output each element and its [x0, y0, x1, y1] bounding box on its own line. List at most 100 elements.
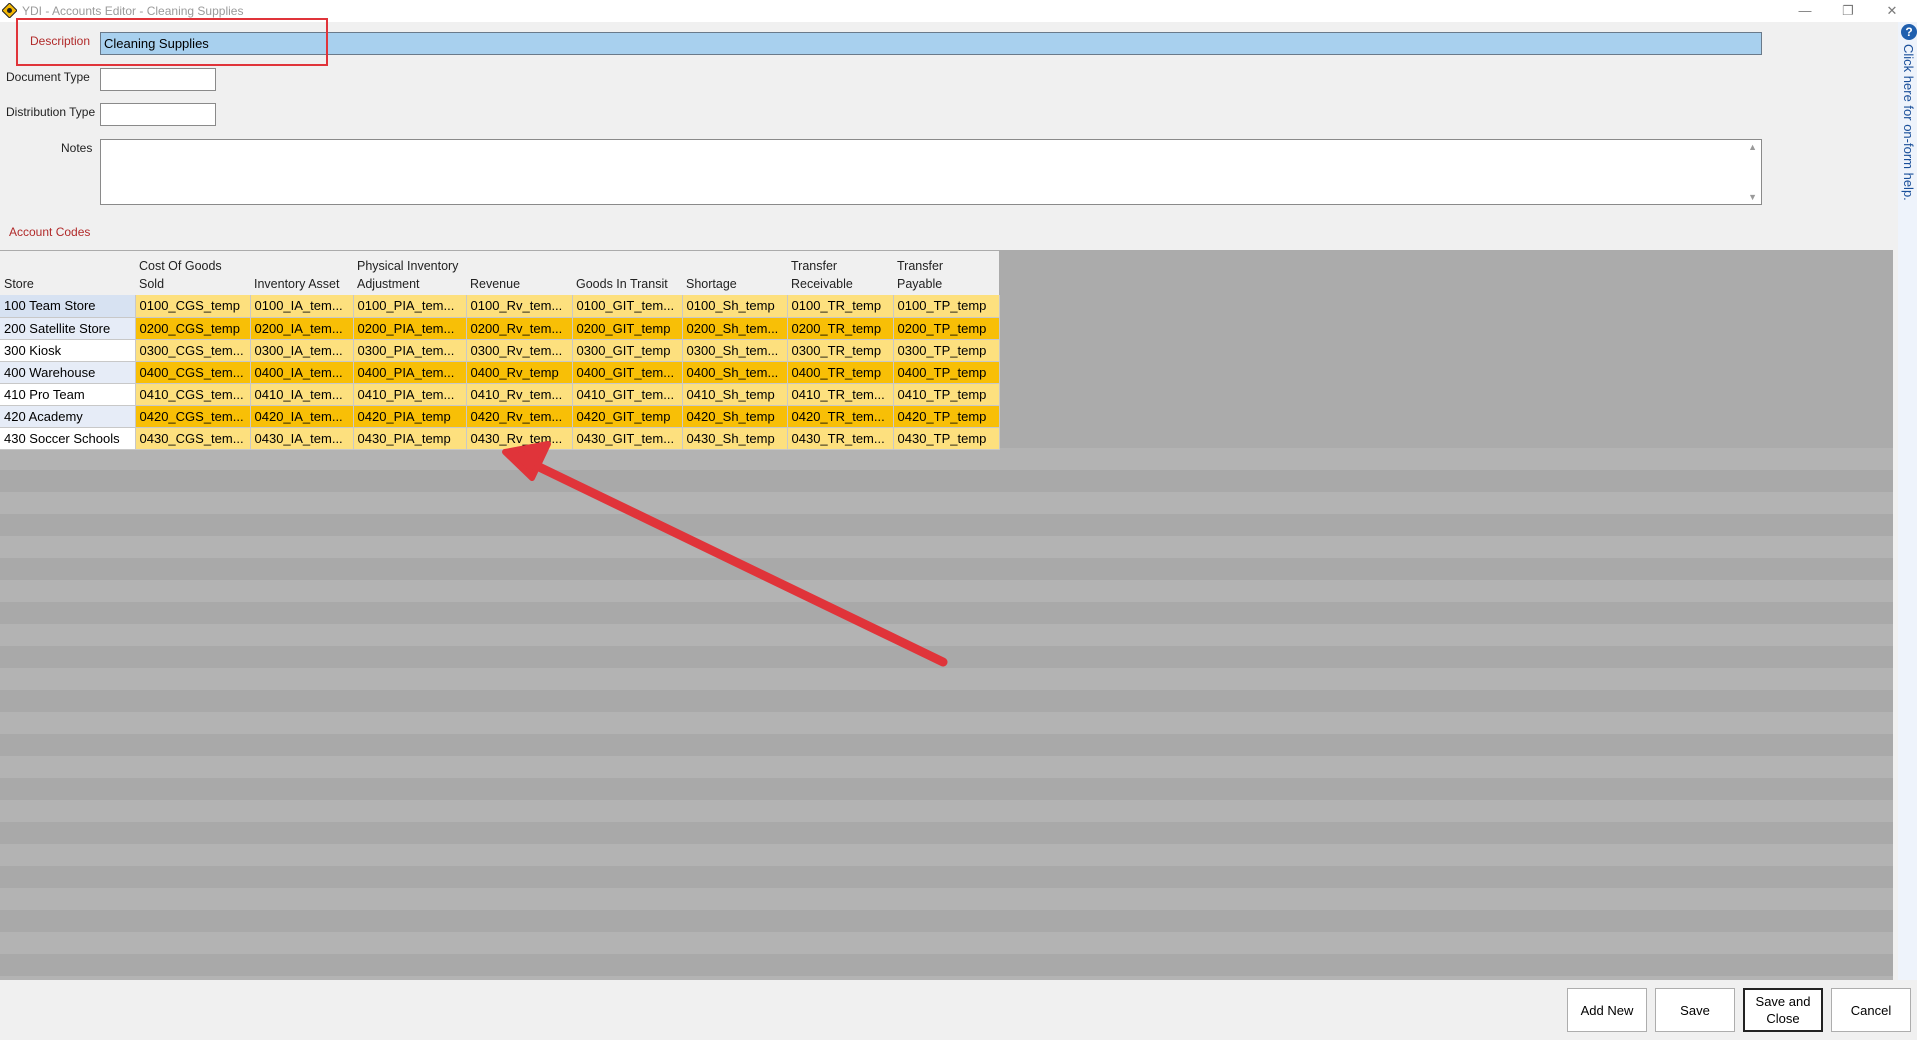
add-new-button[interactable]: Add New [1567, 988, 1647, 1032]
code-cell[interactable]: 0100_Sh_temp [682, 295, 788, 318]
code-cell[interactable]: 0430_Rv_tem... [466, 427, 573, 450]
minimize-button[interactable]: — [1795, 2, 1815, 20]
code-cell[interactable]: 0300_PIA_tem... [353, 339, 467, 362]
code-cell[interactable]: 0200_CGS_temp [135, 317, 251, 340]
store-cell[interactable]: 430 Soccer Schools [0, 427, 136, 450]
notes-textarea[interactable]: ▲ ▼ [100, 139, 1762, 205]
table-row[interactable]: 430 Soccer Schools 0430_CGS_tem... 0430_… [0, 427, 1000, 450]
code-cell[interactable]: 0430_CGS_tem... [135, 427, 251, 450]
code-cell[interactable]: 0420_TR_tem... [787, 405, 894, 428]
code-cell[interactable]: 0400_TR_temp [787, 361, 894, 384]
code-cell[interactable]: 0400_IA_tem... [250, 361, 354, 384]
code-cell[interactable]: 0200_TR_temp [787, 317, 894, 340]
code-cell[interactable]: 0100_Rv_tem... [466, 295, 573, 318]
code-cell[interactable]: 0430_PIA_temp [353, 427, 467, 450]
description-field[interactable]: Cleaning Supplies [100, 32, 1762, 55]
code-cell[interactable]: 0400_PIA_tem... [353, 361, 467, 384]
account-codes-grid[interactable]: Store Cost Of Goods Sold Inventory Asset … [0, 251, 1000, 450]
table-row[interactable]: 400 Warehouse 0400_CGS_tem... 0400_IA_te… [0, 361, 1000, 384]
table-row[interactable]: 420 Academy 0420_CGS_tem... 0420_IA_tem.… [0, 405, 1000, 428]
code-cell[interactable]: 0300_GIT_temp [572, 339, 683, 362]
code-cell[interactable]: 0100_PIA_tem... [353, 295, 467, 318]
restore-button[interactable]: ❐ [1838, 2, 1858, 20]
code-cell[interactable]: 0420_Sh_temp [682, 405, 788, 428]
table-row[interactable]: 300 Kiosk 0300_CGS_tem... 0300_IA_tem...… [0, 339, 1000, 362]
code-cell[interactable]: 0420_CGS_tem... [135, 405, 251, 428]
code-cell[interactable]: 0430_GIT_tem... [572, 427, 683, 450]
column-header-inventory-asset[interactable]: Inventory Asset [250, 251, 353, 295]
code-cell[interactable]: 0300_IA_tem... [250, 339, 354, 362]
code-cell[interactable]: 0200_TP_temp [893, 317, 1000, 340]
code-cell[interactable]: 0400_CGS_tem... [135, 361, 251, 384]
code-cell[interactable]: 0200_Sh_tem... [682, 317, 788, 340]
save-and-close-label-line1: Save and [1755, 994, 1811, 1009]
store-cell[interactable]: 200 Satellite Store [0, 317, 136, 340]
code-cell[interactable]: 0410_PIA_tem... [353, 383, 467, 406]
code-cell[interactable]: 0400_Rv_temp [466, 361, 573, 384]
code-cell[interactable]: 0300_CGS_tem... [135, 339, 251, 362]
code-cell[interactable]: 0420_GIT_temp [572, 405, 683, 428]
code-cell[interactable]: 0410_IA_tem... [250, 383, 354, 406]
save-and-close-button[interactable]: Save and Close [1743, 988, 1823, 1032]
code-cell[interactable]: 0410_TR_tem... [787, 383, 894, 406]
document-type-field[interactable] [100, 68, 216, 91]
code-cell[interactable]: 0400_TP_temp [893, 361, 1000, 384]
table-row[interactable]: 100 Team Store 0100_CGS_temp 0100_IA_tem… [0, 295, 1000, 318]
table-row[interactable]: 200 Satellite Store 0200_CGS_temp 0200_I… [0, 317, 1000, 340]
code-cell[interactable]: 0420_IA_tem... [250, 405, 354, 428]
code-cell[interactable]: 0100_TP_temp [893, 295, 1000, 318]
column-header-goods-in-transit[interactable]: Goods In Transit [572, 251, 682, 295]
column-header-cost-of-goods-sold[interactable]: Cost Of Goods Sold [135, 251, 250, 295]
store-cell[interactable]: 300 Kiosk [0, 339, 136, 362]
code-cell[interactable]: 0410_TP_temp [893, 383, 1000, 406]
store-cell[interactable]: 400 Warehouse [0, 361, 136, 384]
close-button[interactable]: ✕ [1882, 2, 1902, 20]
scroll-down-icon[interactable]: ▼ [1748, 192, 1757, 202]
column-header-transfer-receivable[interactable]: Transfer Receivable [787, 251, 893, 295]
code-cell[interactable]: 0100_CGS_temp [135, 295, 251, 318]
column-header-revenue[interactable]: Revenue [466, 251, 572, 295]
code-cell[interactable]: 0430_TP_temp [893, 427, 1000, 450]
app-logo-icon [2, 3, 17, 18]
code-cell[interactable]: 0100_IA_tem... [250, 295, 354, 318]
code-cell[interactable]: 0300_Rv_tem... [466, 339, 573, 362]
code-cell[interactable]: 0400_Sh_tem... [682, 361, 788, 384]
code-cell[interactable]: 0420_Rv_tem... [466, 405, 573, 428]
code-cell[interactable]: 0200_Rv_tem... [466, 317, 573, 340]
scroll-up-icon[interactable]: ▲ [1748, 142, 1757, 152]
code-cell[interactable]: 0430_IA_tem... [250, 427, 354, 450]
code-cell[interactable]: 0100_TR_temp [787, 295, 894, 318]
help-icon[interactable]: ? [1901, 24, 1917, 40]
code-cell[interactable]: 0200_PIA_tem... [353, 317, 467, 340]
table-row[interactable]: 410 Pro Team 0410_CGS_tem... 0410_IA_tem… [0, 383, 1000, 406]
distribution-type-field[interactable] [100, 103, 216, 126]
code-cell[interactable]: 0410_CGS_tem... [135, 383, 251, 406]
code-cell[interactable]: 0420_PIA_temp [353, 405, 467, 428]
window-title: YDI - Accounts Editor - Cleaning Supplie… [22, 4, 244, 18]
code-cell[interactable]: 0410_Sh_temp [682, 383, 788, 406]
store-cell[interactable]: 420 Academy [0, 405, 136, 428]
column-header-transfer-payable[interactable]: Transfer Payable [893, 251, 999, 295]
column-header-store[interactable]: Store [0, 251, 135, 295]
highlight-callout-box [16, 18, 328, 66]
cancel-button[interactable]: Cancel [1831, 988, 1911, 1032]
code-cell[interactable]: 0300_Sh_tem... [682, 339, 788, 362]
code-cell[interactable]: 0300_TR_temp [787, 339, 894, 362]
code-cell[interactable]: 0400_GIT_tem... [572, 361, 683, 384]
column-header-shortage[interactable]: Shortage [682, 251, 787, 295]
column-header-physical-inventory-adjustment[interactable]: Physical Inventory Adjustment [353, 251, 466, 295]
account-codes-label: Account Codes [9, 225, 91, 239]
code-cell[interactable]: 0430_TR_tem... [787, 427, 894, 450]
code-cell[interactable]: 0410_Rv_tem... [466, 383, 573, 406]
code-cell[interactable]: 0100_GIT_tem... [572, 295, 683, 318]
store-cell[interactable]: 100 Team Store [0, 295, 136, 318]
code-cell[interactable]: 0200_GIT_temp [572, 317, 683, 340]
save-button[interactable]: Save [1655, 988, 1735, 1032]
code-cell[interactable]: 0420_TP_temp [893, 405, 1000, 428]
help-link[interactable]: Click here for on-form help. [1901, 44, 1916, 201]
store-cell[interactable]: 410 Pro Team [0, 383, 136, 406]
code-cell[interactable]: 0430_Sh_temp [682, 427, 788, 450]
code-cell[interactable]: 0300_TP_temp [893, 339, 1000, 362]
code-cell[interactable]: 0200_IA_tem... [250, 317, 354, 340]
code-cell[interactable]: 0410_GIT_tem... [572, 383, 683, 406]
